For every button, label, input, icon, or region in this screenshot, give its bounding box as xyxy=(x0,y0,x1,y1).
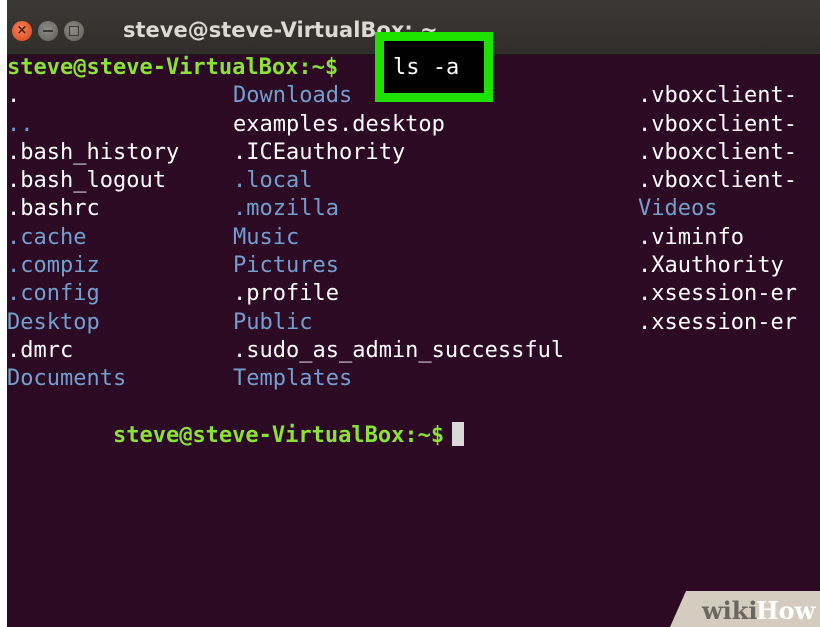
file-entry: .vboxclient- xyxy=(638,168,797,194)
directory-entry: Music xyxy=(233,224,300,250)
listing-row: .compiz Pictures .Xauthority xyxy=(7,252,820,280)
directory-entry: Templates xyxy=(233,366,353,392)
text-cursor xyxy=(452,421,465,446)
maximize-window-button[interactable] xyxy=(64,21,84,41)
minimize-window-button[interactable] xyxy=(38,21,58,41)
file-entry: .sudo_as_admin_successful xyxy=(233,337,565,363)
file-entry: .bashrc xyxy=(7,196,100,222)
directory-entry: .cache xyxy=(7,224,87,250)
listing-row: .bash_logout .local .vboxclient- xyxy=(7,167,820,195)
file-entry: .vboxclient- xyxy=(638,111,797,137)
listing-row: Documents Templates xyxy=(7,365,820,393)
directory-entry: Pictures xyxy=(233,253,339,279)
watermark-how-text: How xyxy=(756,596,816,625)
file-entry: .profile xyxy=(233,281,339,307)
file-entry: .viminfo xyxy=(638,224,744,250)
directory-entry: .compiz xyxy=(7,253,100,279)
directory-entry: Desktop xyxy=(7,309,100,335)
directory-entry: .mozilla xyxy=(233,196,339,222)
terminal-output[interactable]: steve@steve-VirtualBox:~$ ls -a . Downloa… xyxy=(7,54,820,627)
shell-prompt-current: steve@steve-VirtualBox:~$ xyxy=(7,394,465,479)
file-entry: .xsession-er xyxy=(638,281,797,307)
directory-entry: Public xyxy=(233,309,313,335)
directory-listing: . Downloads .vboxclient-.. examples.desktop… xyxy=(7,82,820,393)
directory-entry: .. xyxy=(7,111,34,137)
listing-row: .. examples.desktop .vboxclient- xyxy=(7,111,820,139)
shell-prompt-text: steve@steve-VirtualBox:~$ xyxy=(112,422,445,448)
listing-row: Desktop Public .xsession-er xyxy=(7,309,820,337)
file-entry: .vboxclient- xyxy=(638,83,797,109)
directory-entry: .config xyxy=(7,281,100,307)
file-entry: .bash_logout xyxy=(7,168,166,194)
shell-prompt: steve@steve-VirtualBox:~$ xyxy=(7,55,339,80)
directory-entry: Documents xyxy=(7,366,127,392)
file-entry: . xyxy=(7,83,21,109)
listing-row: .cache Music .viminfo xyxy=(7,224,820,252)
file-entry: .dmrc xyxy=(7,337,74,363)
listing-row: .config .profile .xsession-er xyxy=(7,280,820,308)
directory-entry: Downloads xyxy=(233,83,353,109)
listing-row: .dmrc .sudo_as_admin_successful xyxy=(7,337,820,365)
close-window-button[interactable]: × xyxy=(12,21,32,41)
directory-entry: Videos xyxy=(638,196,718,222)
listing-row: .bashrc .mozilla Videos xyxy=(7,195,820,223)
current-prompt-line[interactable]: steve@steve-VirtualBox:~$ xyxy=(7,394,820,448)
wikihow-watermark: wiki How xyxy=(670,591,820,627)
terminal-window: × steve@steve-VirtualBox: ~ steve@steve-… xyxy=(7,0,820,627)
file-entry: .Xauthority xyxy=(638,253,784,279)
close-icon: × xyxy=(16,23,28,38)
file-entry: examples.desktop xyxy=(233,111,445,137)
file-entry: .vboxclient- xyxy=(638,139,797,165)
highlighted-command: ls -a xyxy=(393,55,460,80)
directory-entry: .local xyxy=(233,168,313,194)
file-entry: .xsession-er xyxy=(638,309,797,335)
listing-row: .bash_history .ICEauthority .vboxclient- xyxy=(7,139,820,167)
watermark-wiki-text: wiki xyxy=(702,596,758,625)
file-entry: .ICEauthority xyxy=(233,139,406,165)
file-entry: .bash_history xyxy=(7,139,180,165)
